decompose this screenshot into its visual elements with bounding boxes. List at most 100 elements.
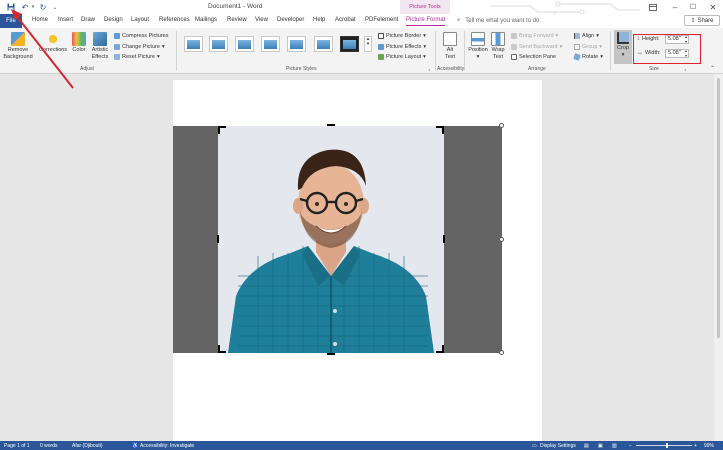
picture-style-3[interactable]: [235, 36, 254, 52]
resize-handle-right[interactable]: [499, 237, 504, 242]
zoom-in-icon[interactable]: +: [694, 443, 697, 449]
picture-border-button[interactable]: Picture Border ▾: [378, 33, 426, 39]
language[interactable]: Afar (Djibouti): [72, 443, 103, 449]
picture-styles-group-label: Picture Styles: [286, 66, 317, 72]
tab-pdfelement[interactable]: PDFelement: [365, 17, 398, 23]
minimize-icon[interactable]: –: [668, 2, 682, 12]
word-count[interactable]: 0 words: [40, 443, 58, 449]
tab-developer[interactable]: Developer: [277, 17, 304, 23]
picture-style-5[interactable]: [287, 36, 306, 52]
position-icon: [471, 32, 485, 46]
close-icon[interactable]: ✕: [706, 2, 720, 12]
wrap-text-button[interactable]: Wrap Text: [489, 32, 507, 60]
redo-icon[interactable]: ↻: [38, 2, 48, 12]
group-divider: [435, 31, 436, 71]
tab-layout[interactable]: Layout: [131, 17, 149, 23]
focus-mode-icon[interactable]: ▤: [584, 443, 589, 449]
tab-picture-format[interactable]: Picture Format: [406, 17, 446, 26]
save-icon[interactable]: [6, 2, 16, 12]
crop-handle-bottom[interactable]: [327, 353, 335, 355]
zoom-slider[interactable]: [636, 445, 692, 446]
position-button[interactable]: Position ▾: [467, 32, 489, 60]
rotate-label: Rotate: [582, 54, 599, 60]
tab-help[interactable]: Help: [313, 17, 325, 23]
tab-draw[interactable]: Draw: [81, 17, 95, 23]
maximize-icon[interactable]: ☐: [686, 2, 700, 12]
picture-layout-button[interactable]: Picture Layout ▾: [378, 54, 426, 60]
crop-handle-left[interactable]: [217, 235, 219, 243]
tab-home[interactable]: Home: [32, 17, 48, 23]
tab-file[interactable]: File: [0, 14, 22, 28]
chevron-down-icon: ▾: [423, 33, 426, 39]
accessibility-status[interactable]: Accessibility: Investigate: [140, 443, 194, 449]
crop-handle-top-left[interactable]: [218, 126, 226, 134]
color-button[interactable]: Color: [70, 32, 88, 54]
crop-button[interactable]: Crop ▾: [614, 30, 632, 64]
tab-view[interactable]: View: [255, 17, 268, 23]
compress-pictures-button[interactable]: Compress Pictures: [114, 33, 168, 39]
selection-pane-icon: [511, 54, 517, 60]
undo-dropdown-icon[interactable]: ▾: [30, 2, 36, 12]
align-button[interactable]: Align ▾: [574, 33, 599, 39]
crop-handle-top-right[interactable]: [436, 126, 444, 134]
crop-handle-right[interactable]: [443, 235, 445, 243]
zoom-out-icon[interactable]: −: [629, 443, 632, 449]
web-layout-icon[interactable]: ▥: [612, 443, 617, 449]
tab-design[interactable]: Design: [104, 17, 123, 23]
alt-text-button[interactable]: Alt Text: [440, 32, 460, 60]
chevron-down-icon: ▾: [599, 44, 603, 50]
send-backward-button[interactable]: Send Backward ▾: [511, 44, 562, 50]
display-settings[interactable]: Display Settings: [540, 443, 576, 449]
page-count[interactable]: Page 1 of 1: [4, 443, 30, 449]
document-title: Document1 - Word: [208, 3, 263, 10]
scrollbar-thumb[interactable]: [717, 78, 720, 338]
change-picture-button[interactable]: Change Picture ▾: [114, 44, 165, 50]
picture-style-6[interactable]: [314, 36, 333, 52]
resize-handle-top-right[interactable]: [499, 123, 504, 128]
artistic-effects-button[interactable]: Artistic Effects: [88, 32, 112, 60]
crop-handle-top[interactable]: [327, 124, 335, 126]
styles-gallery-more-icon[interactable]: ▴ ▾: [364, 36, 372, 52]
zoom-level[interactable]: 99%: [704, 443, 714, 449]
resize-handle-bottom-right[interactable]: [499, 350, 504, 355]
chevron-down-icon: ▾: [621, 51, 625, 58]
dialog-launcher-icon[interactable]: ⌟: [428, 66, 430, 72]
size-dialog-launcher-icon[interactable]: ⌟: [684, 66, 686, 72]
picture-style-2[interactable]: [209, 36, 228, 52]
selection-pane-button[interactable]: Selection Pane: [511, 54, 556, 60]
group-button[interactable]: Group ▾: [574, 44, 602, 50]
zoom-slider-thumb[interactable]: [666, 443, 668, 448]
share-button[interactable]: ⇪ Share: [684, 15, 720, 26]
vertical-scrollbar[interactable]: [714, 74, 723, 441]
reset-picture-button[interactable]: Reset Picture ▾: [114, 54, 160, 60]
wrap-text-label-1: Wrap: [491, 47, 505, 53]
color-icon: [72, 32, 86, 46]
tab-review[interactable]: Review: [227, 17, 247, 23]
picture-style-7[interactable]: [340, 36, 359, 52]
picture-effects-button[interactable]: Picture Effects ▾: [378, 44, 426, 50]
bring-forward-button[interactable]: Bring Forward ▾: [511, 33, 558, 39]
share-label: Share: [697, 17, 714, 24]
chevron-down-icon: ▾: [423, 44, 427, 50]
ribbon-display-options-icon[interactable]: [646, 2, 660, 12]
portrait-photo[interactable]: [218, 126, 444, 353]
rotate-button[interactable]: Rotate ▾: [573, 53, 603, 61]
picture-border-icon: [378, 33, 384, 39]
tab-acrobat[interactable]: Acrobat: [335, 17, 356, 23]
remove-background-button[interactable]: Remove Background: [3, 32, 33, 60]
tell-me-search[interactable]: ♀ Tell me what you want to do: [456, 17, 539, 24]
picture-style-4[interactable]: [261, 36, 280, 52]
undo-icon[interactable]: ↶: [20, 2, 30, 12]
tab-mailings[interactable]: Mailings: [195, 17, 217, 23]
customize-qat-icon[interactable]: ⌄: [52, 2, 58, 12]
send-backward-icon: [511, 44, 517, 50]
align-label: Align: [582, 33, 595, 39]
collapse-ribbon-icon[interactable]: ⌃: [710, 65, 715, 72]
corrections-button[interactable]: Corrections: [38, 32, 68, 54]
crop-handle-bottom-right[interactable]: [436, 345, 444, 353]
tab-insert[interactable]: Insert: [58, 17, 73, 23]
tab-references[interactable]: References: [159, 17, 190, 23]
picture-style-1[interactable]: [184, 36, 203, 52]
print-layout-icon[interactable]: ▣: [598, 443, 603, 449]
crop-handle-bottom-left[interactable]: [218, 345, 226, 353]
